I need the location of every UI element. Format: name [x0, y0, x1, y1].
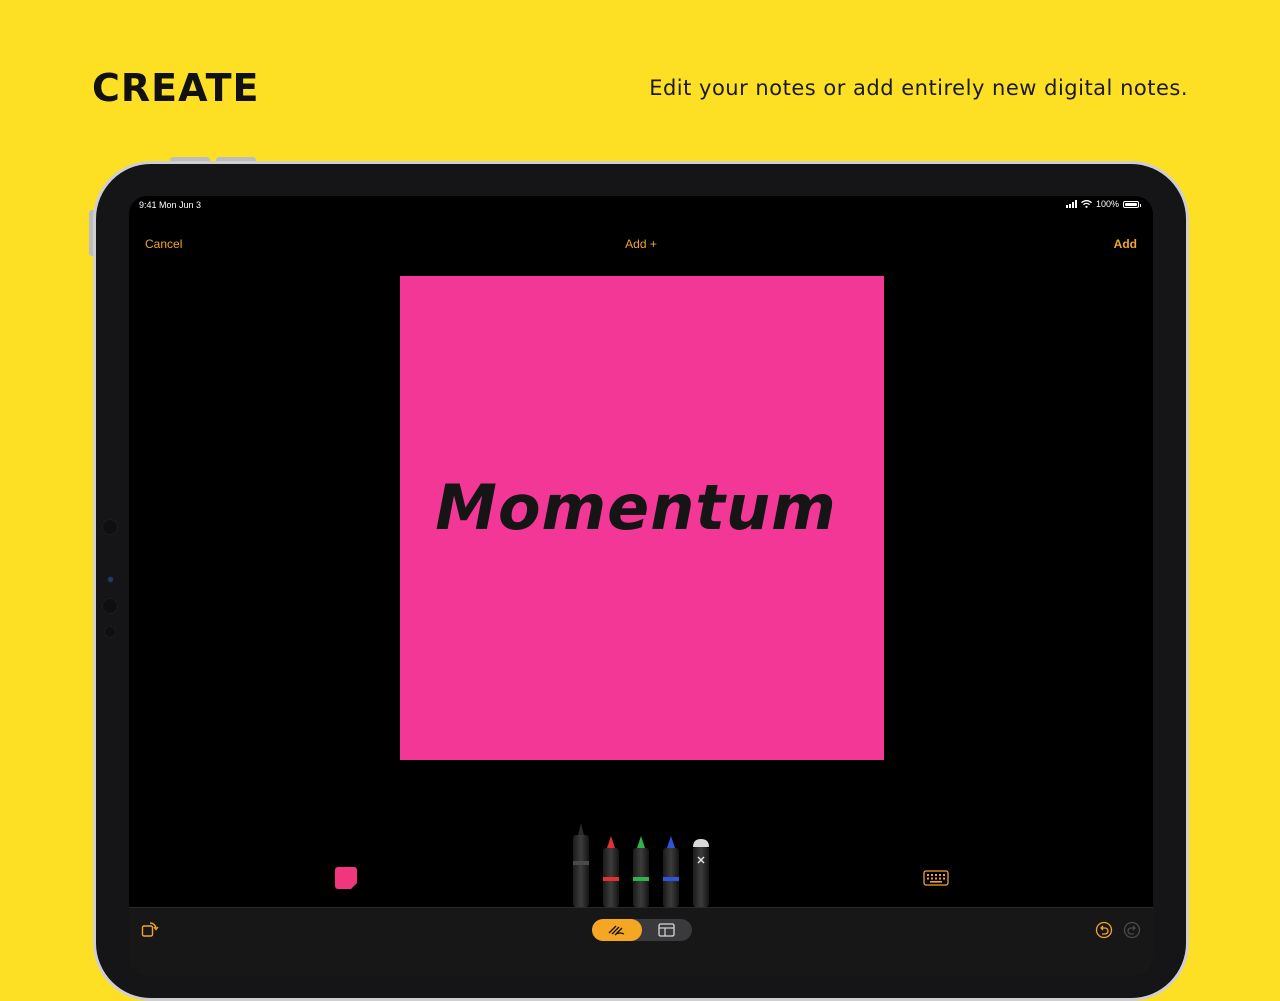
note-text: Momentum — [435, 471, 836, 544]
page-tagline: Edit your notes or add entirely new digi… — [649, 76, 1188, 100]
bottom-toolbar — [129, 907, 1153, 976]
eraser-icon[interactable] — [693, 839, 709, 907]
camera-dot — [102, 598, 118, 614]
mode-segmented-control — [592, 919, 692, 941]
signal-icon — [1065, 200, 1077, 208]
layout-mode-tab[interactable] — [642, 919, 692, 941]
redo-icon[interactable] — [1123, 921, 1141, 939]
ipad-screen: 9:41 Mon Jun 3 100% Cancel Add + Add Mom… — [129, 196, 1153, 976]
note-color-swatch[interactable] — [335, 867, 357, 889]
scribble-icon — [608, 925, 625, 936]
black-marker-icon[interactable] — [573, 823, 589, 907]
battery-percent: 100% — [1095, 199, 1119, 209]
status-time: 9:41 Mon Jun 3 — [139, 200, 202, 210]
add-menu-title[interactable]: Add + — [129, 237, 1153, 251]
draw-mode-tab[interactable] — [592, 919, 642, 941]
camera-dot — [102, 519, 118, 535]
layout-icon — [658, 923, 675, 937]
pen-tray — [573, 823, 709, 907]
note-handwriting: Momentum — [435, 471, 836, 544]
wifi-icon — [1081, 200, 1092, 208]
red-marker-icon[interactable] — [603, 836, 619, 907]
status-indicators: 100% — [1065, 199, 1141, 209]
blue-marker-icon[interactable] — [663, 836, 679, 907]
green-marker-icon[interactable] — [633, 836, 649, 907]
undo-icon[interactable] — [1095, 921, 1113, 939]
sensor-dot — [107, 576, 114, 583]
sticky-note-canvas[interactable]: Momentum — [400, 276, 884, 760]
page-headline: CREATE — [92, 66, 260, 110]
keyboard-icon[interactable] — [923, 870, 949, 886]
battery-icon — [1123, 200, 1141, 208]
rotate-icon[interactable] — [141, 920, 159, 938]
camera-dot — [104, 626, 116, 638]
add-button[interactable]: Add — [1114, 237, 1137, 251]
